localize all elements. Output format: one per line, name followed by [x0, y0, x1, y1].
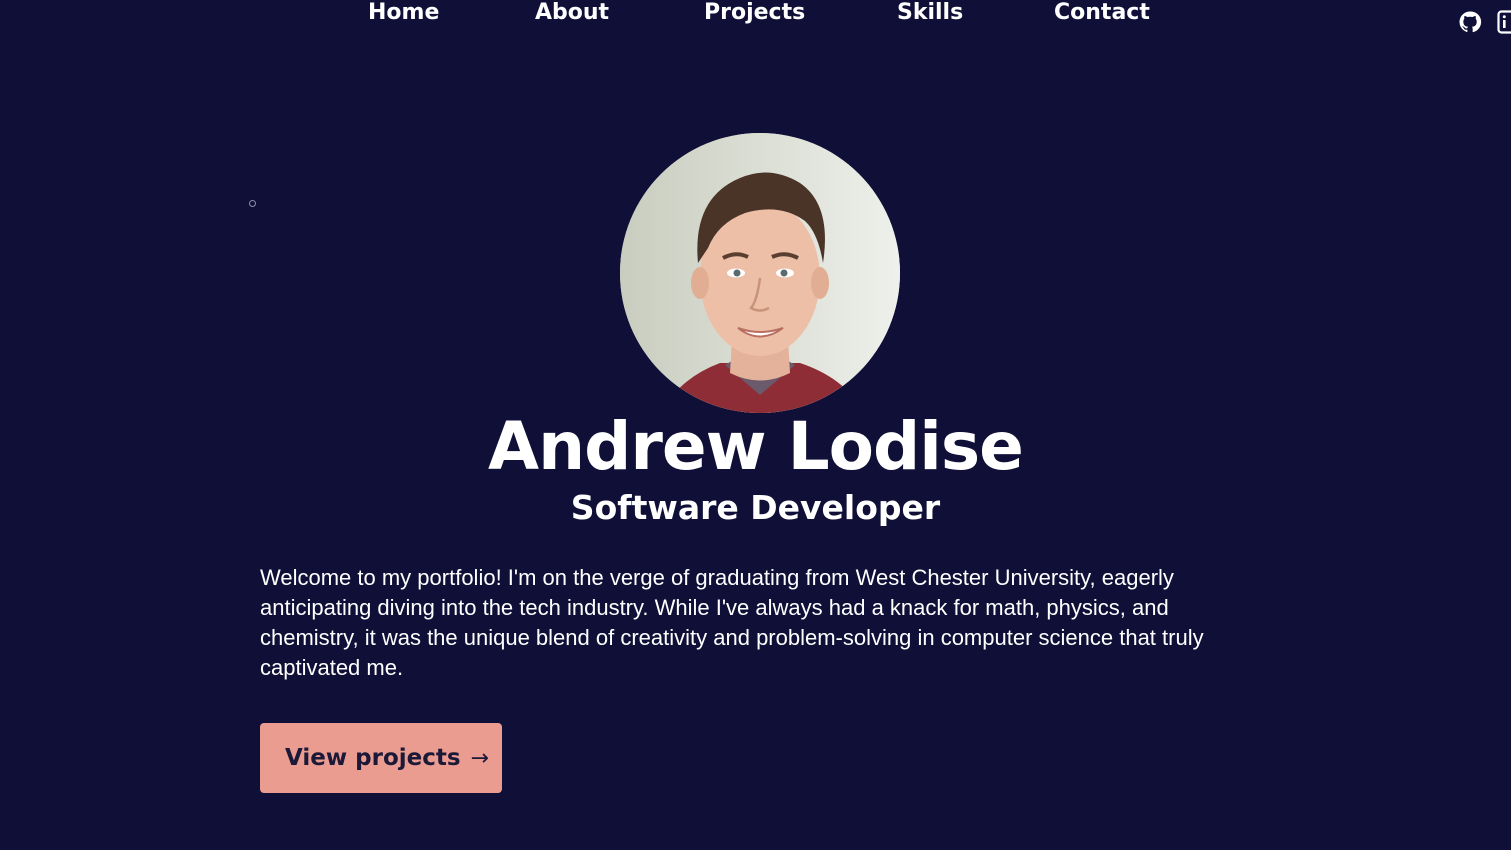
- nav-home-link[interactable]: Home: [368, 0, 439, 25]
- nav-about-link[interactable]: About: [535, 0, 609, 25]
- nav-projects-link[interactable]: Projects: [704, 0, 805, 25]
- decorative-dot: [249, 200, 256, 207]
- hero-name: Andrew Lodise: [488, 408, 1024, 485]
- view-projects-button[interactable]: View projects →: [260, 723, 502, 793]
- view-projects-label: View projects: [285, 745, 461, 771]
- arrow-right-icon: →: [470, 745, 489, 771]
- nav-skills-link[interactable]: Skills: [897, 0, 963, 25]
- hero-role: Software Developer: [570, 488, 941, 527]
- nav-contact-link[interactable]: Contact: [1054, 0, 1150, 25]
- hero-intro: Welcome to my portfolio! I'm on the verg…: [260, 565, 1204, 680]
- linkedin-icon[interactable]: [1497, 10, 1511, 34]
- top-nav: Home About Projects Skills Contact: [0, 0, 1511, 44]
- profile-photo: [620, 133, 900, 413]
- portfolio-page: Home About Projects Skills Contact Andre…: [0, 0, 1511, 850]
- github-icon[interactable]: [1458, 10, 1482, 34]
